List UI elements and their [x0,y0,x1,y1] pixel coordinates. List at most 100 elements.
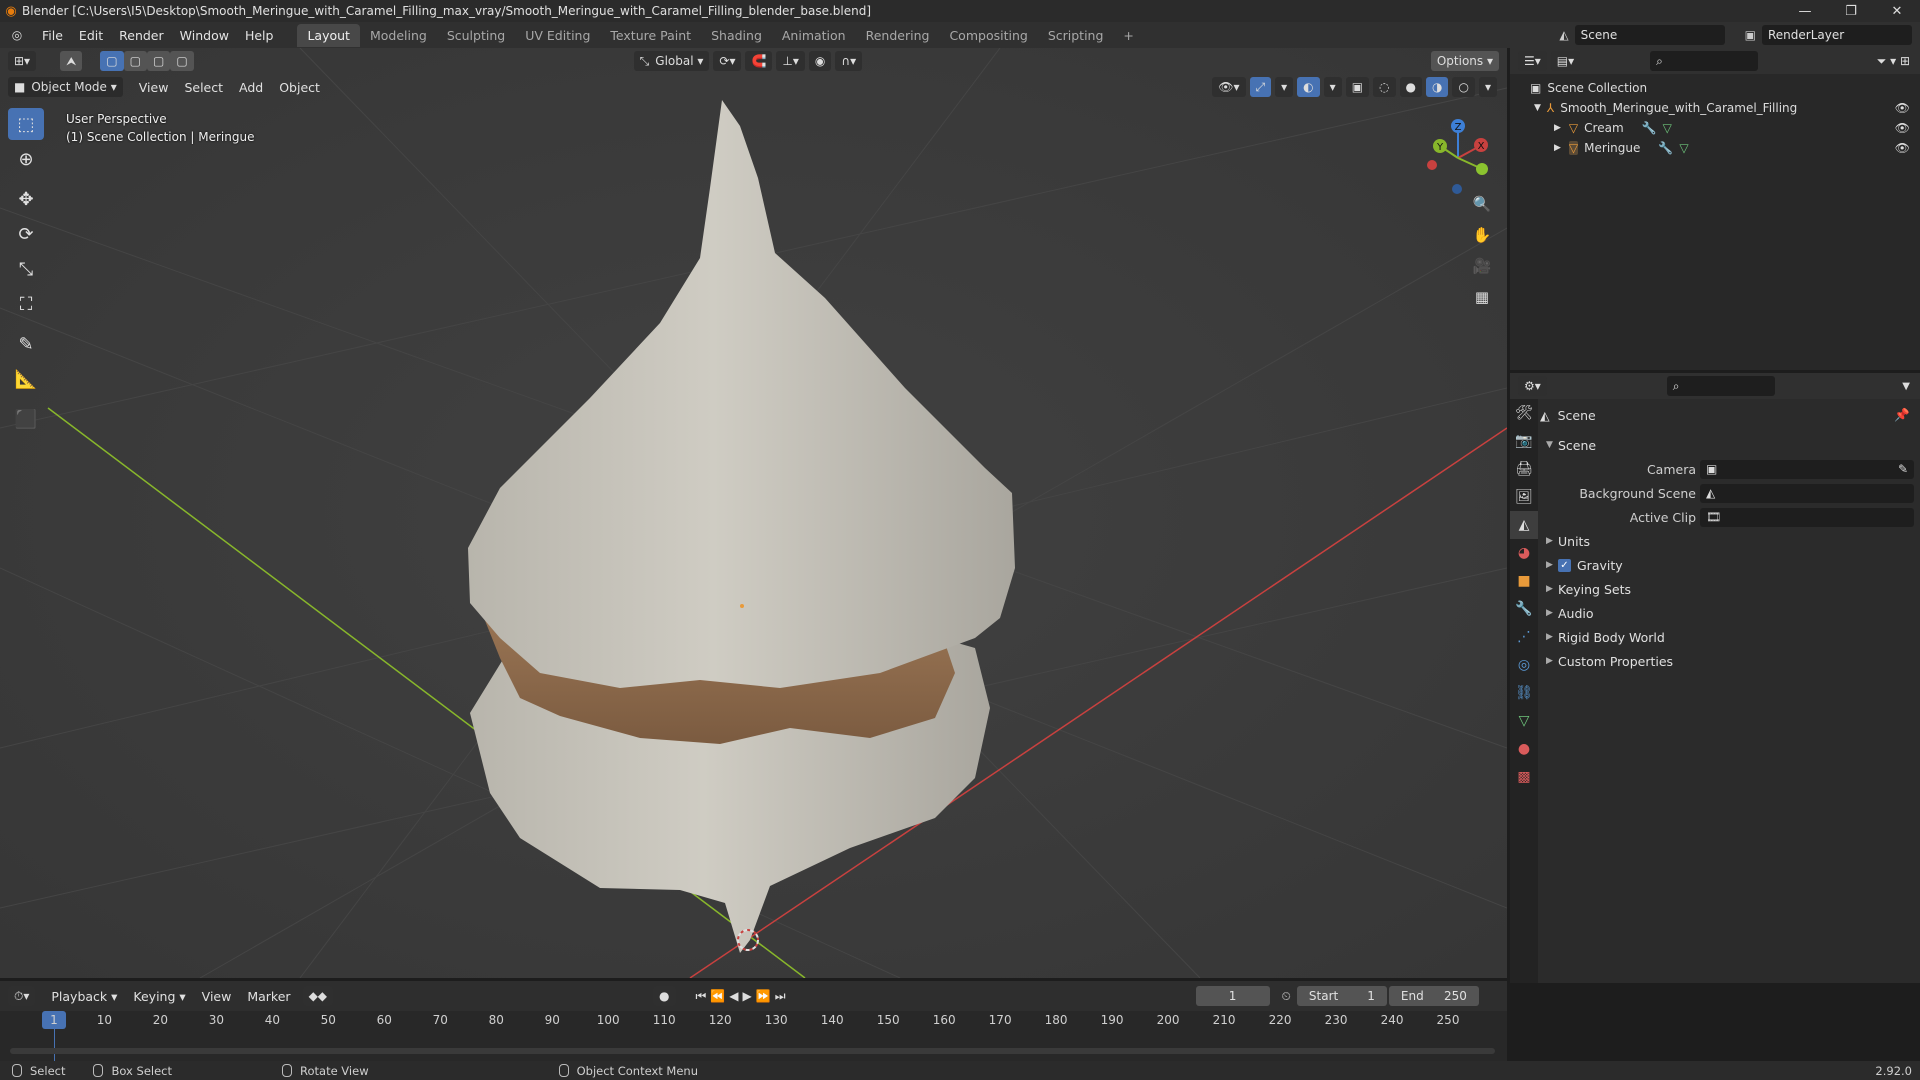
data-tab-icon[interactable]: ▽ [1510,707,1538,735]
start-frame-field[interactable]: Start 1 [1296,986,1387,1006]
jump-start-icon[interactable]: ⏮ [696,989,707,1004]
menu-edit[interactable]: Edit [71,28,111,43]
select-box-tool-icon[interactable]: ⬚ [8,108,44,140]
units-panel-header[interactable]: ▶ Units [1540,529,1920,553]
eye-icon[interactable]: 👁 [1895,101,1910,115]
background-scene-field[interactable]: ◭ [1700,483,1914,503]
object-tab-icon[interactable]: ■ [1510,567,1538,595]
viewport-menu-view[interactable]: View [131,80,177,95]
outliner-collection-row[interactable]: ▼ ⅄ Smooth_Meringue_with_Caramel_Filling… [1510,98,1920,118]
mode-dropdown[interactable]: ■ Object Mode ▾ [8,77,123,97]
scale-tool-icon[interactable]: ⤡ [8,253,44,285]
options-dropdown[interactable]: Options ▾ [1430,51,1499,71]
end-frame-field[interactable]: End 250 [1388,986,1479,1006]
move-tool-icon[interactable]: ✥ [8,183,44,215]
next-keyframe-icon[interactable]: ⏩ [756,989,771,1004]
annotate-tool-icon[interactable]: ✎ [8,328,44,360]
timeline-menu-playback[interactable]: Playback ▾ [43,989,125,1004]
gizmo-neg-z-handle[interactable] [1452,184,1462,194]
constraints-tab-icon[interactable]: ⛓ [1510,679,1538,707]
keying-sets-panel-header[interactable]: ▶ Keying Sets [1540,577,1920,601]
viewport-menu-add[interactable]: Add [231,80,271,95]
visibility-dropdown[interactable]: 👁▾ [1212,77,1246,97]
viewport-menu-object[interactable]: Object [271,80,328,95]
custom-properties-panel-header[interactable]: ▶ Custom Properties [1540,649,1920,673]
add-cube-tool-icon[interactable]: ⬛ [8,403,44,435]
view-layer-selector[interactable]: RenderLayer [1762,25,1912,45]
viewport-menu-select[interactable]: Select [176,80,231,95]
tab-sculpting[interactable]: Sculpting [437,24,515,47]
jump-end-icon[interactable]: ⏭ [775,989,786,1004]
properties-editor-type[interactable]: ⚙▾ [1518,376,1547,396]
eye-icon[interactable]: 👁 [1895,141,1910,155]
eye-icon[interactable]: 👁 [1895,121,1910,135]
outliner-editor-type[interactable]: ☰▾ [1518,51,1547,71]
tab-modeling[interactable]: Modeling [360,24,437,47]
prev-keyframe-icon[interactable]: ⏪ [710,989,725,1004]
transform-tool-icon[interactable]: ⛶ [8,288,44,320]
world-tab-icon[interactable]: ◕ [1510,539,1538,567]
menu-help[interactable]: Help [237,28,282,43]
add-workspace-button[interactable]: + [1113,24,1143,47]
tab-layout[interactable]: Layout [297,23,360,47]
tab-scripting[interactable]: Scripting [1038,24,1114,47]
proportional-falloff-dropdown[interactable]: ∩▾ [835,51,863,71]
overlay-toggle[interactable]: ◐ [1297,77,1320,97]
outliner-object-row[interactable]: ▶ ▽ Meringue 🔧 ▽ 👁 [1510,138,1920,158]
render-tab-icon[interactable]: 📷 [1510,427,1538,455]
gizmo-neg-x-handle[interactable] [1427,160,1437,170]
shading-solid-button[interactable]: ● [1399,77,1422,97]
scene-panel-header[interactable]: ▼ Scene [1540,433,1920,457]
expand-right-icon[interactable]: ▶ [1554,143,1561,153]
editor-type-selector[interactable]: ⊞▾ [8,51,37,71]
overlay-dropdown[interactable]: ▾ [1323,77,1342,97]
output-tab-icon[interactable]: 🖨 [1510,455,1538,483]
expand-right-icon[interactable]: ▶ [1554,123,1561,133]
scene-selector[interactable]: Scene [1574,25,1725,45]
cursor-tool-icon[interactable]: ⊕ [8,143,44,175]
outliner-scene-collection[interactable]: ▣ Scene Collection [1510,78,1920,98]
pin-icon[interactable]: 📌 [1894,407,1910,423]
timeline-ruler[interactable]: 1 10 20 30 40 50 60 70 80 90 100 110 120 130 140 150 160… [0,1011,1507,1031]
blender-menu-icon[interactable]: ◎ [0,28,34,42]
eyedropper-icon[interactable]: ✎ [1898,462,1908,476]
tab-uv-editing[interactable]: UV Editing [515,24,600,47]
close-button[interactable]: ✕ [1874,0,1920,22]
menu-render[interactable]: Render [111,28,172,43]
physics-tab-icon[interactable]: ◎ [1510,651,1538,679]
audio-panel-header[interactable]: ▶ Audio [1540,601,1920,625]
shading-dropdown[interactable]: ▾ [1478,77,1497,97]
zoom-icon[interactable]: 🔍 [1468,190,1496,218]
tab-compositing[interactable]: Compositing [939,24,1037,47]
camera-field[interactable]: ▣ ✎ [1700,459,1914,479]
display-mode-dropdown[interactable]: ▤▾ [1550,51,1581,71]
shading-wireframe-button[interactable]: ◌ [1373,77,1396,97]
timeline-menu-view[interactable]: View [194,989,240,1004]
scene-tab-icon[interactable]: ◭ [1510,511,1538,539]
restore-button[interactable]: ❐ [1828,0,1874,22]
play-reverse-icon[interactable]: ◀ [729,989,738,1004]
view-layer-tab-icon[interactable]: 🖼 [1510,483,1538,511]
gizmo-neg-y-handle[interactable] [1476,163,1488,175]
rigid-body-world-panel-header[interactable]: ▶ Rigid Body World [1540,625,1920,649]
outliner-search-input[interactable]: ⌕ [1650,51,1759,71]
3d-viewport[interactable]: ⊞▾ ⮝ ▢ ▢ ▢ ▢ ⤡ Global ▾ ⟳▾ 🧲 ⊥▾ ◉ ∩▾ Opt… [0,48,1507,978]
menu-file[interactable]: File [34,28,71,43]
gizmo-dropdown[interactable]: ▾ [1275,77,1294,97]
menu-window[interactable]: Window [172,28,237,43]
measure-tool-icon[interactable]: 📐 [8,363,44,395]
proportional-edit-toggle[interactable]: ◉ [808,51,832,71]
snap-toggle[interactable]: 🧲 [745,51,773,71]
tab-animation[interactable]: Animation [772,24,856,47]
transform-orientation-dropdown[interactable]: ⤡ Global ▾ [633,51,710,71]
tab-rendering[interactable]: Rendering [856,24,940,47]
stopwatch-icon[interactable]: ⏲ [1282,989,1291,1004]
perspective-toggle-icon[interactable]: ▦ [1468,283,1496,311]
select-mode-new-button[interactable]: ▢ [100,51,124,71]
minimize-button[interactable]: — [1782,0,1828,22]
texture-tab-icon[interactable]: ▩ [1510,763,1538,791]
xray-toggle[interactable]: ▣ [1345,77,1370,97]
select-mode-extend-button[interactable]: ▢ [123,51,147,71]
rotate-tool-icon[interactable]: ⟳ [8,218,44,250]
timeline-menu-marker[interactable]: Marker [239,989,298,1004]
